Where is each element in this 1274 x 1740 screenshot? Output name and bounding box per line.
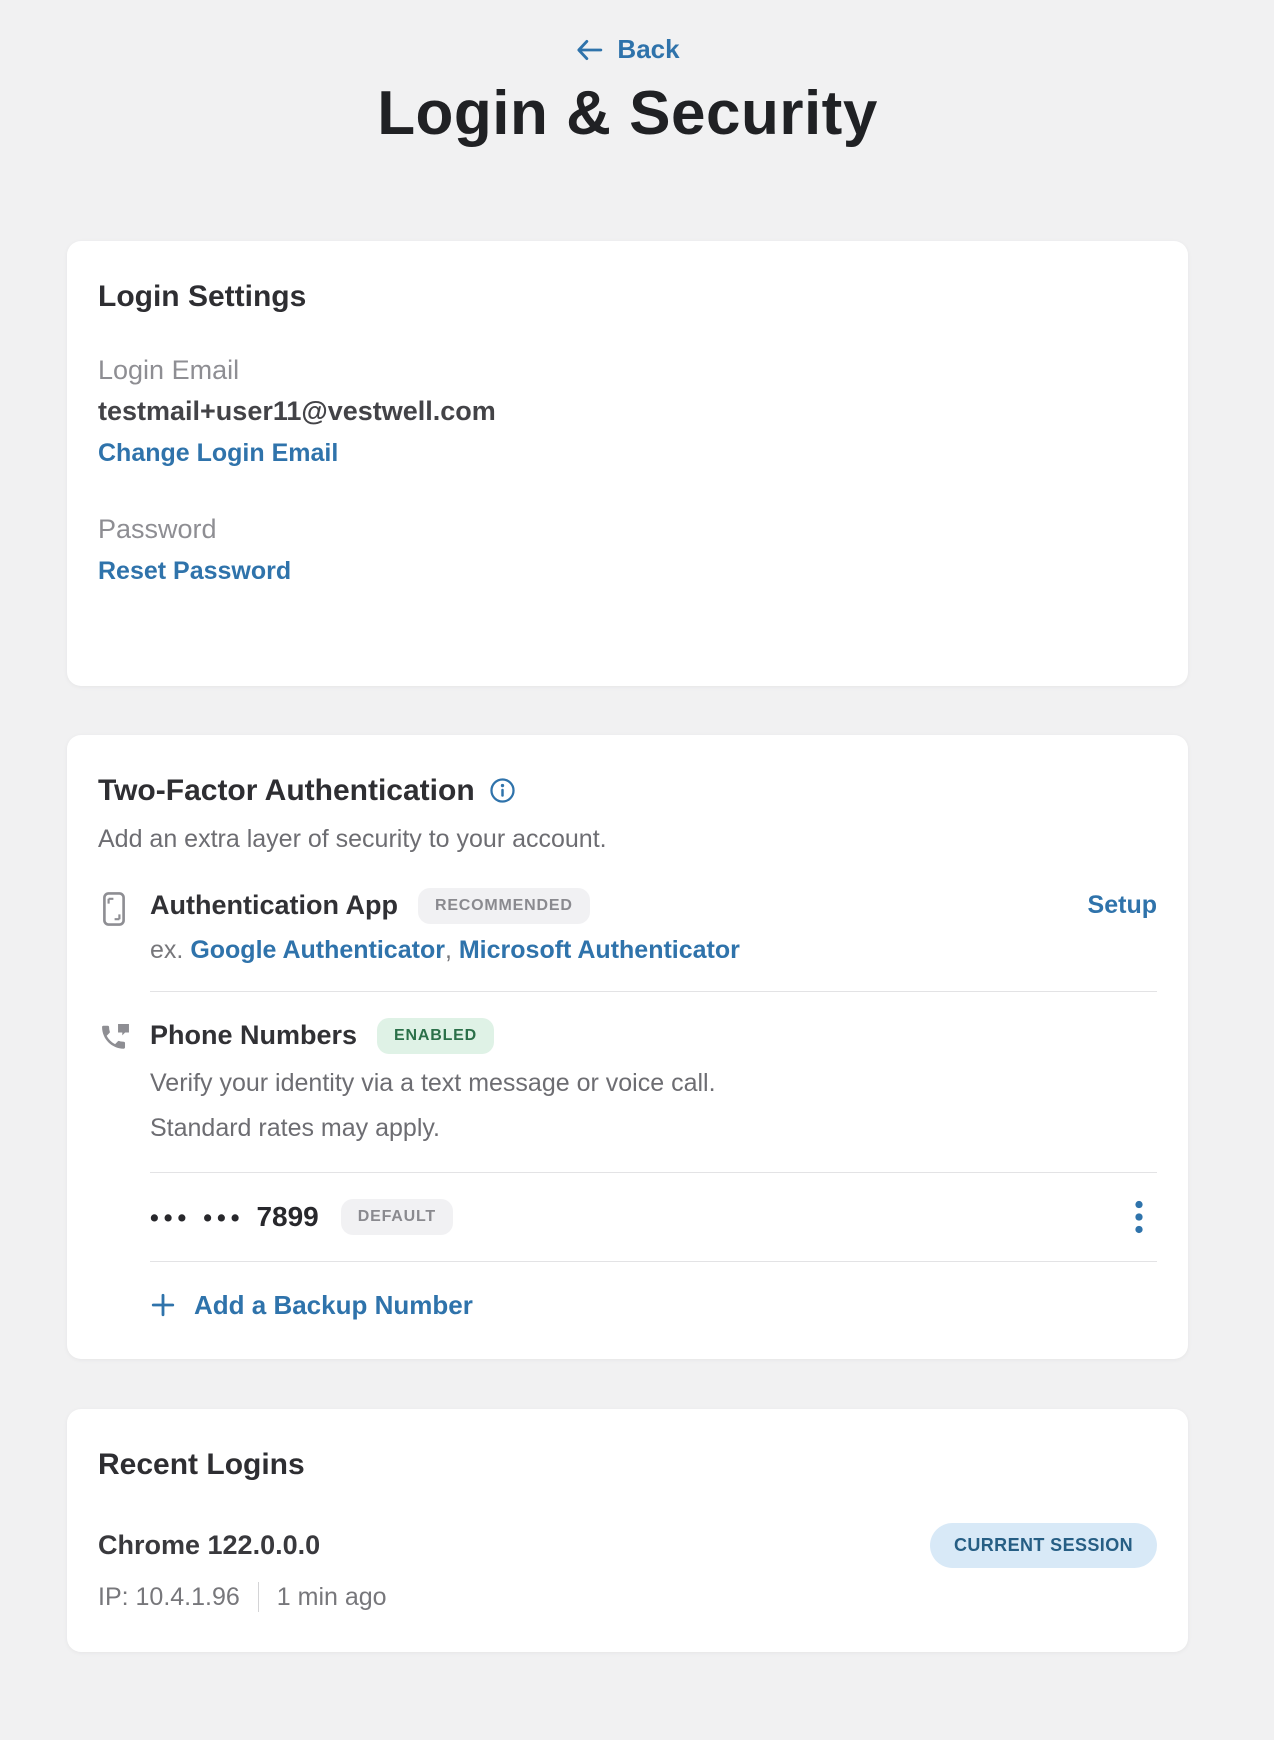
enabled-badge: ENABLED [377,1018,494,1054]
phone-numbers-body: Phone Numbers ENABLED Verify your identi… [150,1018,1157,1146]
add-backup-number-link[interactable]: Add a Backup Number [150,1290,473,1321]
current-session-badge: CURRENT SESSION [930,1523,1157,1568]
two-factor-title: Two-Factor Authentication [98,773,475,809]
authentication-app-title: Authentication App [150,890,398,921]
session-meta: IP: 10.4.1.96 1 min ago [98,1582,1157,1612]
authentication-app-title-line: Authentication App RECOMMENDED Setup [150,888,1157,924]
phone-number-item: ••• ••• 7899 DEFAULT [150,1173,1157,1261]
phone-description-line1: Verify your identity via a text message … [150,1066,1157,1101]
example-separator: , [445,936,452,964]
login-security-page: Back Login & Security Login Settings Log… [67,0,1188,1652]
meta-divider [258,1582,259,1612]
change-login-email-link[interactable]: Change Login Email [98,439,338,468]
page-title: Login & Security [67,77,1188,151]
session-browser: Chrome 122.0.0.0 [98,1530,320,1561]
session-ip: IP: 10.4.1.96 [98,1583,240,1612]
two-factor-header: Two-Factor Authentication [98,773,1157,809]
login-settings-title: Login Settings [98,279,1157,315]
authentication-app-body: Authentication App RECOMMENDED Setup ex.… [150,888,1157,991]
example-prefix: ex. [150,936,183,964]
two-factor-methods: Authentication App RECOMMENDED Setup ex.… [98,888,1157,1324]
google-authenticator-link[interactable]: Google Authenticator [190,936,445,964]
back-arrow-icon [575,38,603,62]
back-link[interactable]: Back [575,34,679,65]
two-factor-subtitle: Add an extra layer of security to your a… [98,825,1157,854]
default-badge: DEFAULT [341,1199,453,1235]
login-settings-card: Login Settings Login Email testmail+user… [67,241,1188,686]
recommended-badge: RECOMMENDED [418,888,590,924]
microsoft-authenticator-link[interactable]: Microsoft Authenticator [459,936,740,964]
plus-icon [150,1292,176,1318]
phone-message-icon [98,1018,150,1060]
reset-password-link[interactable]: Reset Password [98,557,291,586]
setup-link[interactable]: Setup [1088,891,1157,920]
two-factor-card: Two-Factor Authentication Add an extra l… [67,735,1188,1360]
login-email-label: Login Email [98,355,1157,386]
password-label: Password [98,514,1157,545]
row-divider [150,1261,1157,1262]
mobile-phone-icon [98,888,150,932]
kebab-menu-icon[interactable] [1133,1200,1145,1234]
info-icon[interactable] [489,777,516,804]
login-email-value: testmail+user11@vestwell.com [98,396,1157,427]
session-row: Chrome 122.0.0.0 CURRENT SESSION [98,1523,1157,1568]
authentication-app-row: Authentication App RECOMMENDED Setup ex.… [98,888,1157,991]
spacer [98,1146,1157,1172]
auth-app-examples: ex. Google Authenticator, Microsoft Auth… [150,936,1157,965]
phone-description-line2: Standard rates may apply. [150,1111,1157,1146]
page-header: Back Login & Security [67,0,1188,151]
session-time: 1 min ago [277,1583,387,1612]
masked-phone-number: ••• ••• 7899 [150,1201,319,1233]
last-digits: 7899 [256,1201,318,1233]
phone-numbers-row: Phone Numbers ENABLED Verify your identi… [98,992,1157,1146]
add-backup-label: Add a Backup Number [194,1290,473,1321]
masked-digits: ••• ••• [150,1204,244,1233]
recent-logins-card: Recent Logins Chrome 122.0.0.0 CURRENT S… [67,1409,1188,1652]
phone-numbers-title-line: Phone Numbers ENABLED [150,1018,1157,1054]
phone-numbers-title: Phone Numbers [150,1020,357,1051]
back-label: Back [617,34,679,65]
recent-logins-title: Recent Logins [98,1447,1157,1483]
